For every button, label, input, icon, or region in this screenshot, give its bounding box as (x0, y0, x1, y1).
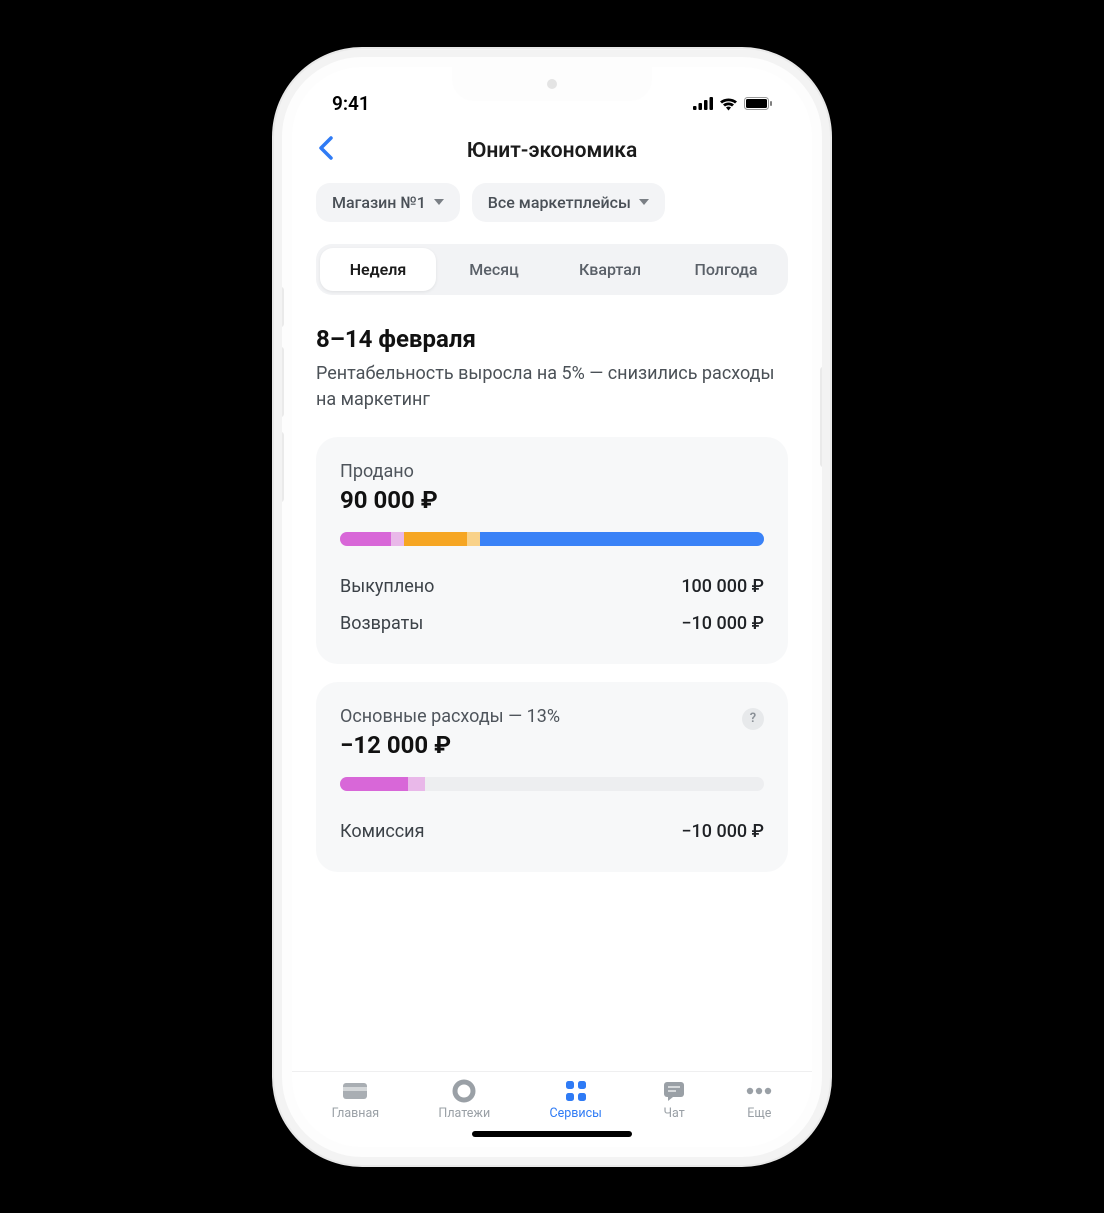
tab-label: Чат (663, 1106, 684, 1121)
chevron-down-icon (434, 199, 444, 205)
expenses-row: Комиссия −10 000 ₽ (340, 813, 764, 850)
sold-row-label: Выкуплено (340, 576, 434, 597)
period-tab-3[interactable]: Полгода (668, 248, 784, 291)
tab-label: Сервисы (549, 1106, 601, 1121)
help-button[interactable]: ? (742, 708, 764, 730)
filter-marketplace[interactable]: Все маркетплейсы (472, 183, 665, 222)
notch (452, 67, 652, 101)
expenses-label: Основные расходы — 13% (340, 706, 560, 727)
status-indicators (693, 97, 772, 111)
sold-value: 90 000 ₽ (340, 486, 764, 514)
bar-segment (340, 532, 391, 546)
sold-row-value: −10 000 ₽ (681, 613, 764, 634)
period-tab-2[interactable]: Квартал (552, 248, 668, 291)
filter-marketplace-label: Все маркетплейсы (488, 193, 631, 212)
chat-icon (661, 1080, 687, 1102)
period-tab-0[interactable]: Неделя (320, 248, 436, 291)
question-icon: ? (750, 711, 756, 726)
tab-label: Платежи (438, 1106, 490, 1121)
sold-card: Продано 90 000 ₽ Выкуплено 100 000 ₽ Возвр… (316, 437, 788, 664)
cellular-icon (693, 97, 713, 110)
tab-circle[interactable]: Платежи (438, 1080, 490, 1121)
back-button[interactable] (318, 136, 333, 165)
grid-icon (563, 1080, 589, 1102)
card-icon (342, 1080, 368, 1102)
sold-row-label: Возвраты (340, 613, 423, 634)
bar-segment (480, 532, 764, 546)
phone-frame: 9:41 Юнит-экономика Магазин №1 Все марке… (282, 57, 822, 1157)
volume-down (282, 432, 284, 502)
nav-header: Юнит-экономика (292, 123, 812, 173)
page-title: Юнит-экономика (316, 139, 788, 163)
expenses-value: −12 000 ₽ (340, 731, 560, 759)
sold-bar (340, 532, 764, 546)
bar-segment (408, 777, 425, 791)
volume-up (282, 347, 284, 417)
tab-label: Главная (332, 1106, 380, 1121)
date-range: 8–14 февраля (316, 325, 788, 353)
chevron-down-icon (639, 199, 649, 205)
expenses-bar (340, 777, 764, 791)
bar-segment (467, 532, 480, 546)
bar-segment (340, 777, 408, 791)
wifi-icon (719, 97, 738, 111)
summary-text: Рентабельность выросла на 5% — снизились… (316, 361, 788, 413)
period-segmented: НеделяМесяцКварталПолгода (316, 244, 788, 295)
status-time: 9:41 (332, 92, 370, 115)
filter-row: Магазин №1 Все маркетплейсы (292, 173, 812, 236)
bar-segment (391, 532, 404, 546)
tab-grid[interactable]: Сервисы (549, 1080, 601, 1121)
expenses-row-value: −10 000 ₽ (681, 821, 764, 842)
sold-label: Продано (340, 461, 764, 482)
content-area: 8–14 февраля Рентабельность выросла на 5… (292, 295, 812, 1071)
period-tab-1[interactable]: Месяц (436, 248, 552, 291)
sold-row: Возвраты −10 000 ₽ (340, 605, 764, 642)
expenses-card: Основные расходы — 13% −12 000 ₽ ? Комис… (316, 682, 788, 872)
tab-chat[interactable]: Чат (661, 1080, 687, 1121)
filter-store-label: Магазин №1 (332, 193, 426, 212)
sold-row-value: 100 000 ₽ (681, 576, 764, 597)
home-indicator[interactable] (472, 1131, 632, 1137)
bar-segment (404, 532, 468, 546)
sold-row: Выкуплено 100 000 ₽ (340, 568, 764, 605)
tab-dots[interactable]: Еще (746, 1080, 772, 1121)
filter-store[interactable]: Магазин №1 (316, 183, 460, 222)
chevron-left-icon (318, 136, 333, 160)
circle-icon (451, 1080, 477, 1102)
expenses-row-label: Комиссия (340, 821, 424, 842)
mute-switch (282, 287, 284, 327)
tab-card[interactable]: Главная (332, 1080, 380, 1121)
dots-icon (746, 1080, 772, 1102)
power-button (820, 367, 822, 467)
battery-icon (744, 97, 772, 110)
tab-label: Еще (747, 1106, 771, 1121)
